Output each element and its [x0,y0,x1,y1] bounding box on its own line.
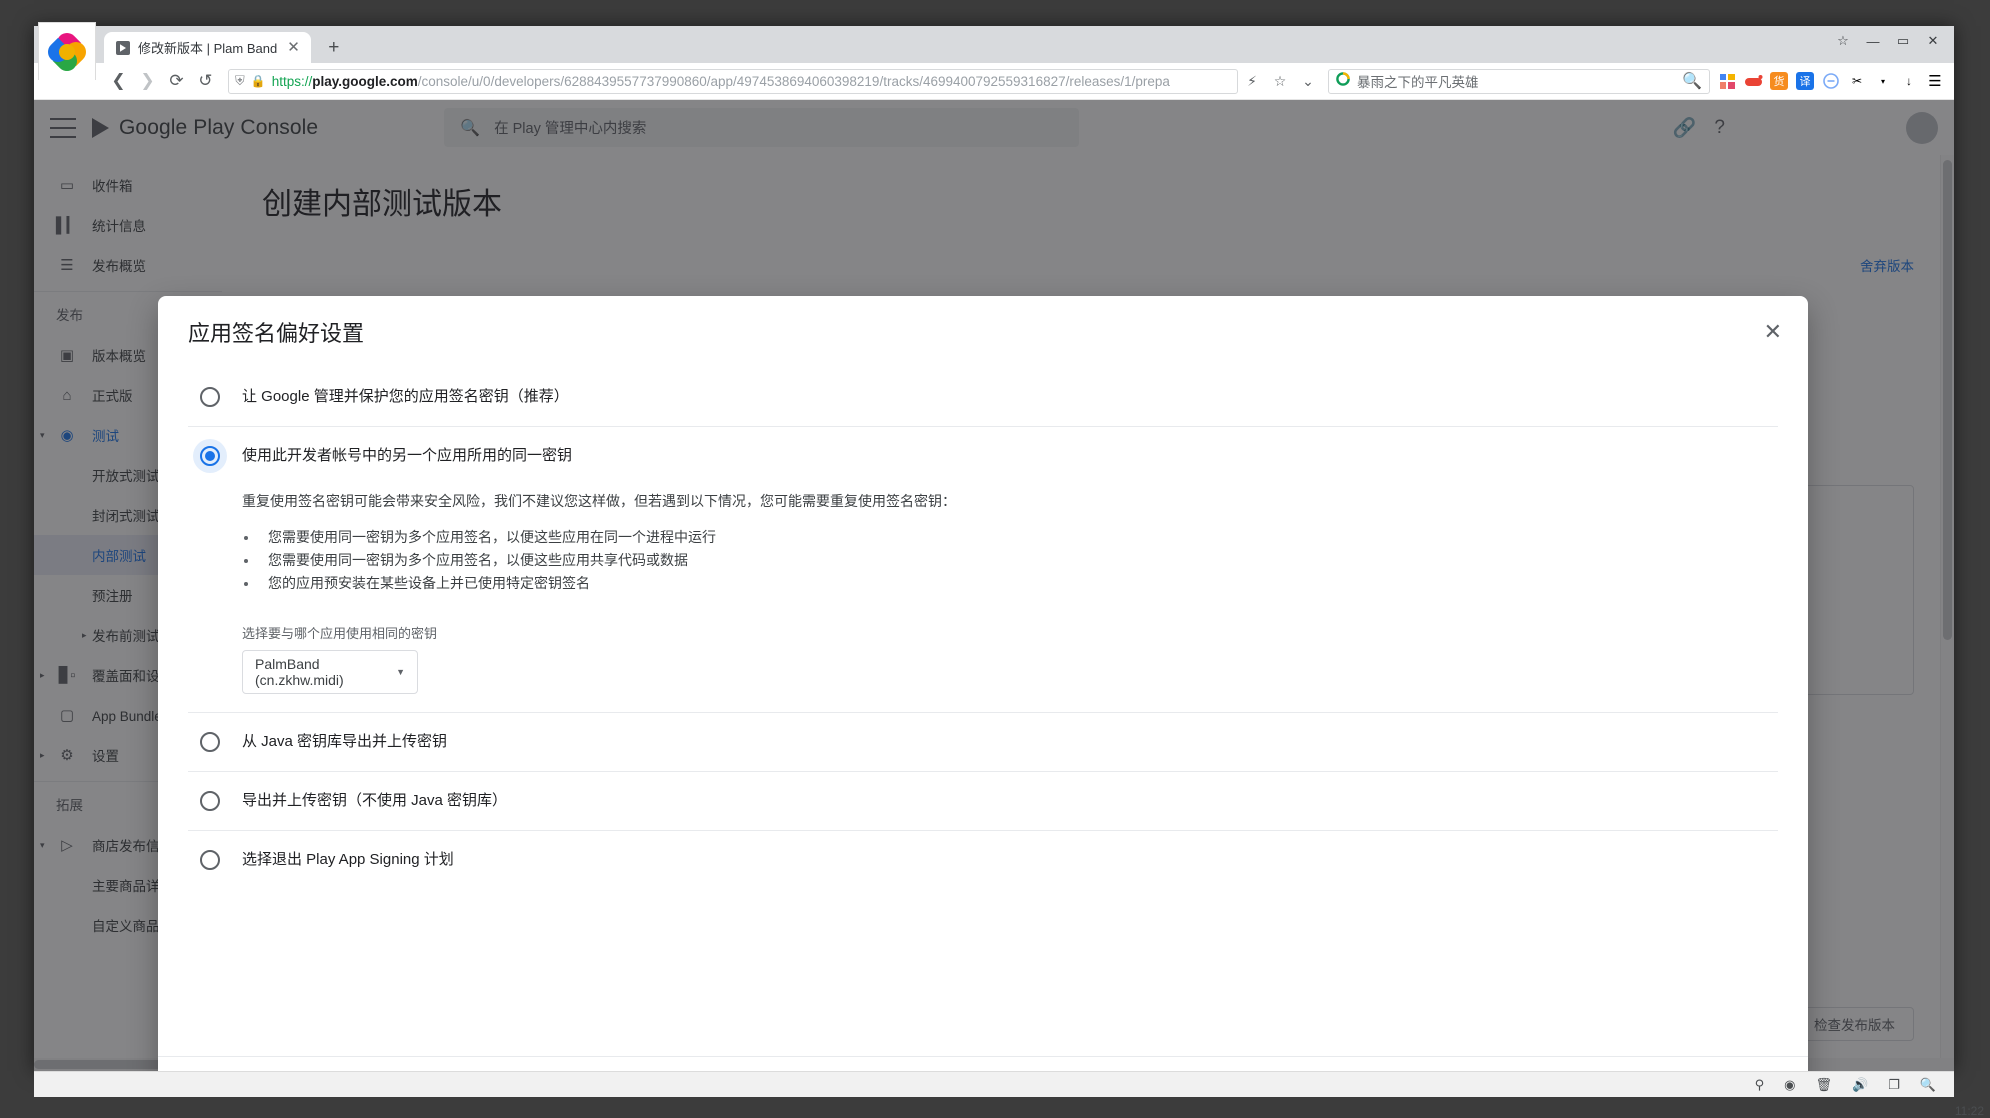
dialog-header: 应用签名偏好设置 ✕ [158,296,1808,368]
forward-arrow-icon[interactable]: ❯ [133,67,162,96]
download-icon[interactable]: ↓ [1896,70,1922,92]
app-signing-dialog: 应用签名偏好设置 ✕ 让 Google 管理并保护您的应用签名密钥（推荐） 使用… [158,296,1808,1071]
volume-icon[interactable]: 🔊 [1852,1077,1868,1093]
page-viewport: Google Play Console 🔍 在 Play 管理中心内搜索 🔗 ? [34,100,1954,1071]
search-input[interactable]: 暴雨之下的平凡英雄 [1357,71,1675,91]
coupon-badge: 货 [1770,72,1788,90]
magnifier-icon[interactable]: 🔍 [1920,1077,1936,1093]
apps-grid-icon[interactable] [1714,70,1740,92]
tab-close-icon[interactable]: ✕ [284,40,303,55]
url-scheme: https:// [272,74,313,89]
scissors-icon[interactable]: ✂ [1844,70,1870,92]
app-select-label: 选择要与哪个应用使用相同的密钥 [242,623,1778,642]
shield-status-icon[interactable]: ◉ [1784,1077,1795,1093]
option-content: 从 Java 密钥库导出并上传密钥 [242,731,1778,753]
option-row-same-key[interactable]: 使用此开发者帐号中的另一个应用所用的同一密钥 重复使用签名密钥可能会带来安全风险… [188,426,1778,712]
adblock-icon[interactable] [1818,70,1844,92]
new-tab-button[interactable]: + [323,37,345,59]
taskbar-clock: 11:22 [1955,1104,1984,1118]
flower-logo-icon [48,33,86,71]
list-item: 您的应用预安装在某些设备上并已使用特定密钥签名 [242,572,1778,595]
dialog-footer: 取消 更新 [158,1056,1808,1071]
option-label: 让 Google 管理并保护您的应用签名密钥（推荐） [242,386,1778,408]
list-item: 您需要使用同一密钥为多个应用签名，以便这些应用共享代码或数据 [242,549,1778,572]
close-icon[interactable]: ✕ [1764,321,1782,343]
desktop: 修改新版本 | Plam Band ✕ + ☆ — ▭ ✕ ❮ ❯ ⟳ ↺ ⛨ … [0,0,1990,1118]
window-close-button[interactable]: ✕ [1918,30,1948,52]
option-content: 让 Google 管理并保护您的应用签名密钥（推荐） [242,386,1778,408]
option-row-export-java-keystore[interactable]: 从 Java 密钥库导出并上传密钥 [188,712,1778,771]
gamepad-icon[interactable] [1740,70,1766,92]
dialog-body: 让 Google 管理并保护您的应用签名密钥（推荐） 使用此开发者帐号中的另一个… [158,368,1808,1056]
search-icon[interactable]: 🔍 [1682,71,1702,91]
translate-badge: 译 [1796,72,1814,90]
option-label: 导出并上传密钥（不使用 Java 密钥库） [242,790,1778,812]
app-select-value: PalmBand (cn.zkhw.midi) [255,656,386,688]
extension-chevron-icon[interactable]: ▾ [1870,70,1896,92]
list-item: 您需要使用同一密钥为多个应用签名，以便这些应用在同一个进程中运行 [242,526,1778,549]
radio-google-managed[interactable] [200,387,220,407]
option-row-google-managed[interactable]: 让 Google 管理并保护您的应用签名密钥（推荐） [188,368,1778,426]
taskbar: ⚲ ◉ 🗑 🔊 ❐ 🔍 [34,1071,1954,1097]
browser-menu-icon[interactable]: ☰ [1922,70,1948,92]
url-host: play.google.com [312,74,418,89]
window-controls: ☆ — ▭ ✕ [1828,30,1948,52]
search-engine-icon [1336,72,1350,91]
window-minimize-button[interactable]: — [1858,30,1888,52]
chevron-down-icon[interactable]: ▼ [396,667,405,677]
browser-window: 修改新版本 | Plam Band ✕ + ☆ — ▭ ✕ ❮ ❯ ⟳ ↺ ⛨ … [34,26,1954,1071]
option-bullet-list: 您需要使用同一密钥为多个应用签名，以便这些应用在同一个进程中运行 您需要使用同一… [242,526,1778,595]
url-text: https://play.google.com/console/u/0/deve… [272,74,1170,89]
window-maximize-button[interactable]: ▭ [1888,30,1918,52]
app-select-dropdown[interactable]: PalmBand (cn.zkhw.midi) ▼ [242,650,418,694]
lock-icon: 🔒 [251,74,266,88]
radio-export-java-keystore[interactable] [200,732,220,752]
option-content: 选择退出 Play App Signing 计划 [242,849,1778,871]
pin-icon[interactable]: ⚲ [1755,1077,1765,1093]
url-path: /console/u/0/developers/6288439557737990… [418,74,1170,89]
trash-icon[interactable]: 🗑 [1815,1077,1832,1093]
dialog-title: 应用签名偏好设置 [188,316,364,348]
back-arrow-icon[interactable]: ❮ [104,67,133,96]
coupon-icon[interactable]: 货 [1766,70,1792,92]
radio-same-key[interactable] [200,446,220,466]
tab-strip: 修改新版本 | Plam Band ✕ + ☆ — ▭ ✕ [34,26,1954,63]
browser-tab[interactable]: 修改新版本 | Plam Band ✕ [104,32,311,63]
star-outline-icon[interactable]: ☆ [1266,67,1294,95]
browser-toolbar: ❮ ❯ ⟳ ↺ ⛨ 🔒 https://play.google.com/cons… [34,63,1954,100]
option-content: 使用此开发者帐号中的另一个应用所用的同一密钥 重复使用签名密钥可能会带来安全风险… [242,445,1778,694]
shield-icon[interactable]: ⛨ [235,73,245,89]
browser-tab-title: 修改新版本 | Plam Band [138,38,277,57]
translate-icon[interactable]: 译 [1792,70,1818,92]
chevron-down-icon[interactable]: ⌄ [1294,67,1322,95]
play-console-favicon [115,40,131,56]
radio-opt-out[interactable] [200,850,220,870]
search-bar[interactable]: 暴雨之下的平凡英雄 🔍 [1328,69,1710,94]
reload-icon[interactable]: ⟳ [162,67,191,96]
option-label: 使用此开发者帐号中的另一个应用所用的同一密钥 [242,445,1778,467]
address-bar[interactable]: ⛨ 🔒 https://play.google.com/console/u/0/… [228,69,1238,94]
option-description: 重复使用签名密钥可能会带来安全风险，我们不建议您这样做，但若遇到以下情况，您可能… [242,491,1778,512]
option-row-opt-out[interactable]: 选择退出 Play App Signing 计划 [188,830,1778,889]
lightning-icon[interactable]: ⚡ [1238,67,1266,95]
option-row-export-no-keystore[interactable]: 导出并上传密钥（不使用 Java 密钥库） [188,771,1778,830]
option-content: 导出并上传密钥（不使用 Java 密钥库） [242,790,1778,812]
radio-export-no-keystore[interactable] [200,791,220,811]
browser-brand-logo [38,22,96,80]
option-label: 从 Java 密钥库导出并上传密钥 [242,731,1778,753]
window-icon[interactable]: ❐ [1888,1077,1900,1093]
bookmark-star-icon[interactable]: ☆ [1828,30,1858,52]
undo-icon[interactable]: ↺ [191,67,220,96]
option-label: 选择退出 Play App Signing 计划 [242,849,1778,871]
